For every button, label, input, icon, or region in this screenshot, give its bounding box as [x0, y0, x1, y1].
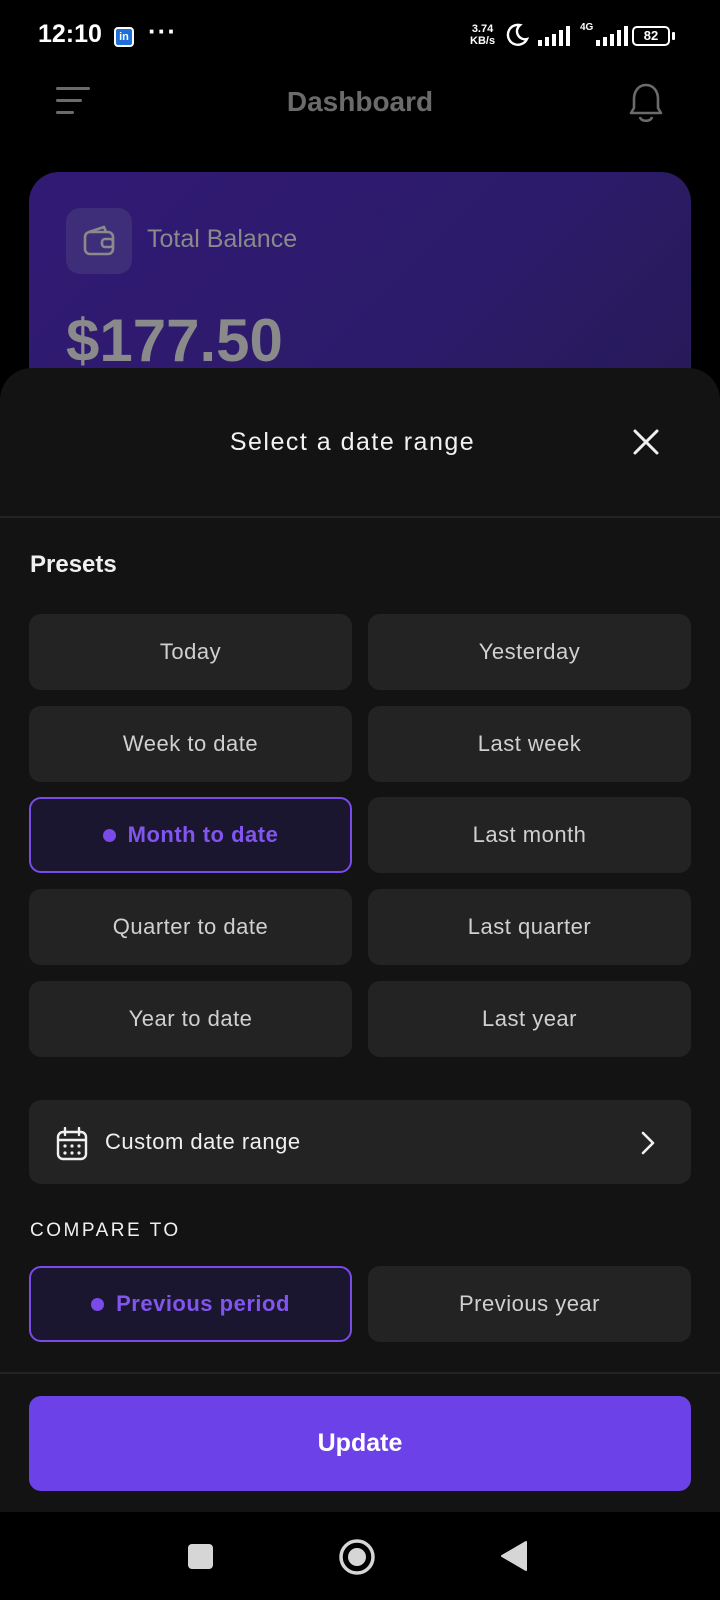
status-time: 12:10: [38, 20, 102, 48]
preset-label: Week to date: [122, 731, 259, 756]
more-notifications-icon: ···: [148, 16, 177, 46]
preset-label: Month to date: [127, 822, 279, 847]
compare-to-heading: COMPARE TO: [30, 1220, 181, 1241]
preset-week-to-date[interactable]: Week to date: [29, 706, 352, 782]
balance-label: Total Balance: [147, 225, 298, 253]
selected-dot-icon: [102, 828, 116, 842]
preset-last-quarter[interactable]: Last quarter: [368, 889, 691, 965]
preset-label: Last quarter: [467, 914, 592, 939]
battery-icon: 82: [632, 26, 670, 46]
battery-tip: [672, 32, 675, 40]
balance-amount: $177.50: [66, 307, 283, 374]
status-bar: 12:10 in ··· 3.74 KB/s 4G 82: [0, 0, 720, 72]
preset-label: Quarter to date: [112, 914, 269, 939]
compare-label: Previous period: [116, 1291, 290, 1316]
preset-last-year[interactable]: Last year: [368, 981, 691, 1057]
sheet-title: Select a date range: [229, 428, 476, 456]
preset-last-week[interactable]: Last week: [368, 706, 691, 782]
preset-today[interactable]: Today: [29, 614, 352, 690]
preset-month-to-date[interactable]: Month to date: [29, 797, 352, 873]
linkedin-notification-icon: in: [114, 27, 134, 47]
custom-date-range-label: Custom date range: [105, 1129, 301, 1154]
update-button-label: Update: [317, 1429, 403, 1457]
network-speed-value: 3.74: [471, 23, 494, 35]
calendar-icon: [56, 1127, 88, 1161]
network-type-label: 4G: [580, 22, 594, 33]
do-not-disturb-moon-icon: [506, 23, 529, 46]
compare-previous-year[interactable]: Previous year: [368, 1266, 691, 1342]
presets-heading: Presets: [30, 551, 117, 578]
compare-label: Previous year: [458, 1291, 600, 1316]
preset-label: Last week: [477, 731, 582, 756]
preset-label: Today: [159, 639, 222, 664]
network-speed-unit: KB/s: [470, 35, 496, 47]
back-icon[interactable]: [500, 1540, 528, 1572]
preset-quarter-to-date[interactable]: Quarter to date: [29, 889, 352, 965]
preset-label: Yesterday: [478, 639, 581, 664]
network-speed: 3.74 KB/s: [470, 23, 495, 47]
compare-previous-period[interactable]: Previous period: [29, 1266, 352, 1342]
chevron-right-icon: [641, 1131, 655, 1155]
preset-label: Year to date: [128, 1006, 253, 1031]
selected-dot-icon: [91, 1297, 105, 1311]
bell-icon[interactable]: [628, 82, 664, 124]
footer-divider: [0, 1372, 720, 1374]
signal-strength-icon: [538, 26, 570, 46]
update-button[interactable]: Update: [29, 1396, 691, 1491]
preset-label: Last year: [482, 1006, 577, 1031]
recents-icon[interactable]: [188, 1544, 213, 1569]
wallet-icon: [83, 225, 115, 256]
preset-label: Last month: [472, 822, 587, 847]
sheet-header-divider: [0, 516, 720, 518]
home-icon[interactable]: [338, 1538, 376, 1576]
preset-last-month[interactable]: Last month: [368, 797, 691, 873]
preset-year-to-date[interactable]: Year to date: [29, 981, 352, 1057]
signal-strength-4g-icon: [596, 26, 628, 46]
preset-yesterday[interactable]: Yesterday: [368, 614, 691, 690]
close-icon[interactable]: [632, 428, 660, 456]
page-title: Dashboard: [286, 86, 434, 117]
